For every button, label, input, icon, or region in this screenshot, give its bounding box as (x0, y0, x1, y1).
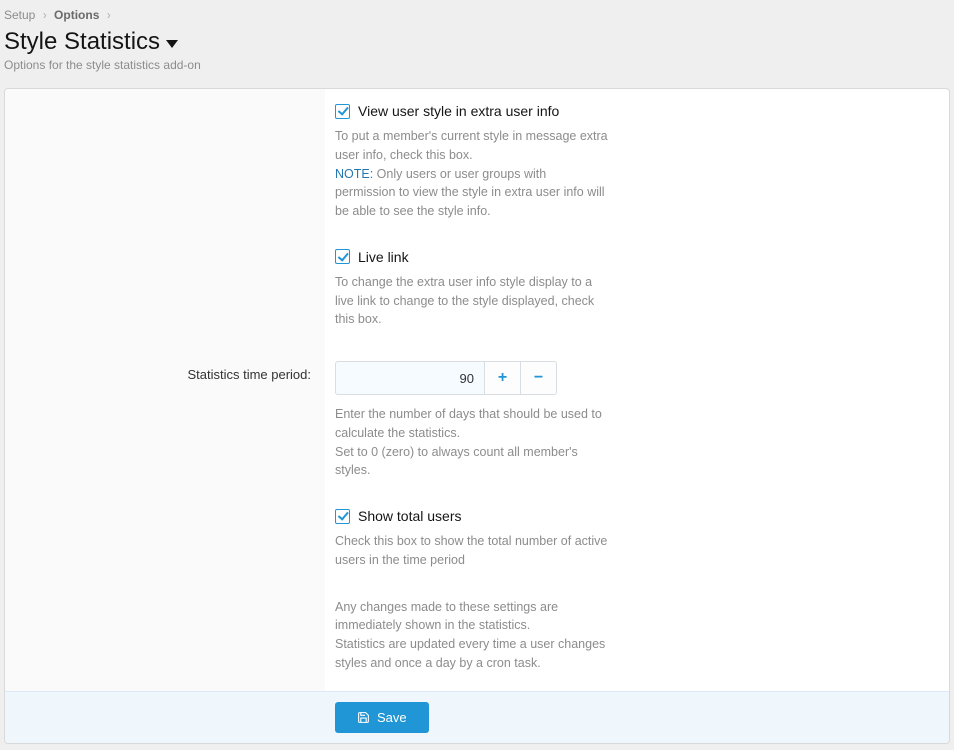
footer-bar: Save (5, 691, 949, 743)
view-user-style-label[interactable]: View user style in extra user info (358, 103, 559, 119)
page-menu-toggle[interactable] (166, 40, 178, 48)
page-description: Options for the style statistics add-on (4, 58, 950, 82)
option-time-period: + − Enter the number of days that should… (335, 361, 609, 480)
plus-icon: + (498, 369, 507, 387)
breadcrumb: Setup › Options › (4, 8, 950, 22)
view-user-style-checkbox[interactable] (335, 104, 350, 119)
breadcrumb-setup[interactable]: Setup (4, 8, 35, 22)
save-button-label: Save (377, 710, 407, 725)
time-period-desc: Enter the number of days that should be … (335, 405, 609, 480)
chevron-right-icon: › (103, 8, 115, 22)
option-live-link: Live link To change the extra user info … (335, 249, 609, 329)
options-panel: View user style in extra user info To pu… (4, 88, 950, 744)
page-title: Style Statistics (4, 28, 160, 56)
save-button[interactable]: Save (335, 702, 429, 733)
show-total-checkbox[interactable] (335, 509, 350, 524)
show-total-desc: Check this box to show the total number … (335, 532, 609, 570)
time-period-input[interactable] (335, 361, 485, 395)
live-link-label[interactable]: Live link (358, 249, 409, 265)
breadcrumb-options[interactable]: Options (54, 8, 99, 22)
time-period-decrement[interactable]: − (521, 361, 557, 395)
minus-icon: − (534, 369, 543, 387)
view-user-style-desc: To put a member's current style in messa… (335, 127, 609, 221)
show-total-label[interactable]: Show total users (358, 508, 462, 524)
option-show-total: Show total users Check this box to show … (335, 508, 609, 570)
chevron-right-icon: › (39, 8, 51, 22)
time-period-increment[interactable]: + (485, 361, 521, 395)
save-icon (357, 711, 370, 724)
live-link-desc: To change the extra user info style disp… (335, 273, 609, 329)
footer-note: Any changes made to these settings are i… (335, 598, 609, 673)
live-link-checkbox[interactable] (335, 249, 350, 264)
time-period-row-label: Statistics time period: (5, 347, 325, 691)
option-view-user-style: View user style in extra user info To pu… (335, 103, 609, 221)
